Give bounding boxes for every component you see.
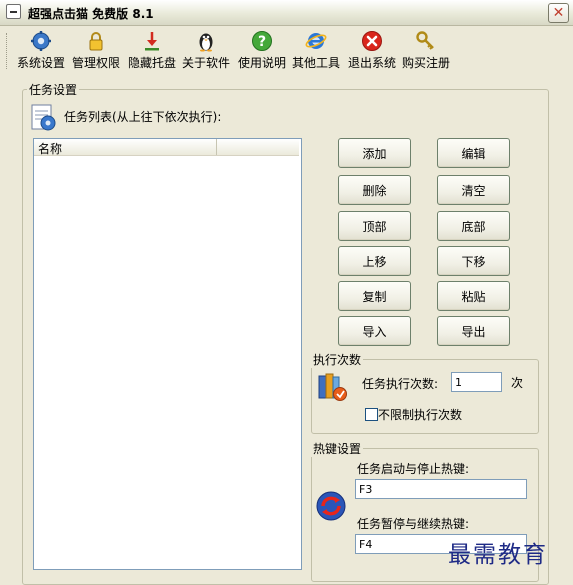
exec-count-unit: 次 bbox=[511, 376, 524, 390]
svg-text:?: ? bbox=[258, 34, 266, 50]
bottom-button[interactable]: 底部 bbox=[437, 211, 510, 241]
toolbar-other-tools-button[interactable]: 其他工具 bbox=[290, 30, 342, 72]
key-icon bbox=[416, 31, 434, 50]
task-settings-legend: 任务设置 bbox=[27, 81, 80, 98]
download-arrow-icon bbox=[145, 32, 159, 51]
exec-count-input[interactable] bbox=[451, 372, 502, 392]
toolbar-exit-button[interactable]: 退出系统 bbox=[346, 30, 398, 72]
toolbar-purchase-button[interactable]: 购买注册 bbox=[400, 30, 452, 72]
toolbar-system-settings-button[interactable]: 系统设置 bbox=[16, 30, 66, 72]
column-header-name[interactable]: 名称 bbox=[34, 139, 217, 156]
task-list-label: 任务列表(从上往下依次执行): bbox=[64, 110, 222, 124]
paste-button[interactable]: 粘贴 bbox=[437, 281, 510, 311]
ie-icon bbox=[305, 33, 327, 49]
pause-resume-hotkey-label: 任务暂停与继续热键: bbox=[357, 517, 470, 531]
toolbar-hide-tray-button[interactable]: 隐藏托盘 bbox=[126, 30, 178, 72]
penguin-icon bbox=[199, 33, 213, 52]
unlimited-checkbox[interactable] bbox=[365, 408, 378, 421]
toolbar-grip bbox=[6, 33, 10, 69]
top-button[interactable]: 顶部 bbox=[338, 211, 411, 241]
start-stop-hotkey-label: 任务启动与停止热键: bbox=[357, 462, 470, 476]
help-icon: ? bbox=[252, 31, 272, 51]
add-button[interactable]: 添加 bbox=[338, 138, 411, 168]
system-menu-icon[interactable] bbox=[6, 4, 21, 19]
window-title: 超强点击猫 免费版 8.1 bbox=[28, 7, 154, 21]
copy-button[interactable]: 复制 bbox=[338, 281, 411, 311]
import-button[interactable]: 导入 bbox=[338, 316, 411, 346]
lock-icon bbox=[89, 32, 103, 51]
toolbar-permissions-button[interactable]: 管理权限 bbox=[70, 30, 122, 72]
close-button[interactable]: ✕ bbox=[548, 3, 569, 23]
task-list-icon bbox=[31, 104, 56, 131]
task-list[interactable] bbox=[33, 138, 302, 570]
toolbar-help-button[interactable]: ? 使用说明 bbox=[236, 30, 288, 72]
books-icon bbox=[318, 373, 347, 401]
toolbar-about-button[interactable]: 关于软件 bbox=[180, 30, 232, 72]
exit-x-icon bbox=[362, 31, 382, 51]
edit-button[interactable]: 编辑 bbox=[437, 138, 510, 168]
export-button[interactable]: 导出 bbox=[437, 316, 510, 346]
refresh-icon bbox=[316, 491, 346, 521]
move-up-button[interactable]: 上移 bbox=[338, 246, 411, 276]
exec-count-legend: 执行次数 bbox=[311, 351, 364, 368]
hotkey-legend: 热键设置 bbox=[311, 440, 364, 457]
watermark-text: 最需教育 bbox=[448, 542, 548, 568]
exec-count-label: 任务执行次数: bbox=[362, 377, 439, 391]
gear-icon bbox=[31, 31, 51, 51]
start-stop-hotkey-input[interactable] bbox=[355, 479, 527, 499]
close-icon: ✕ bbox=[552, 5, 565, 21]
unlimited-label: 不限制执行次数 bbox=[378, 408, 463, 422]
clear-button[interactable]: 清空 bbox=[437, 175, 510, 205]
delete-button[interactable]: 删除 bbox=[338, 175, 411, 205]
move-down-button[interactable]: 下移 bbox=[437, 246, 510, 276]
